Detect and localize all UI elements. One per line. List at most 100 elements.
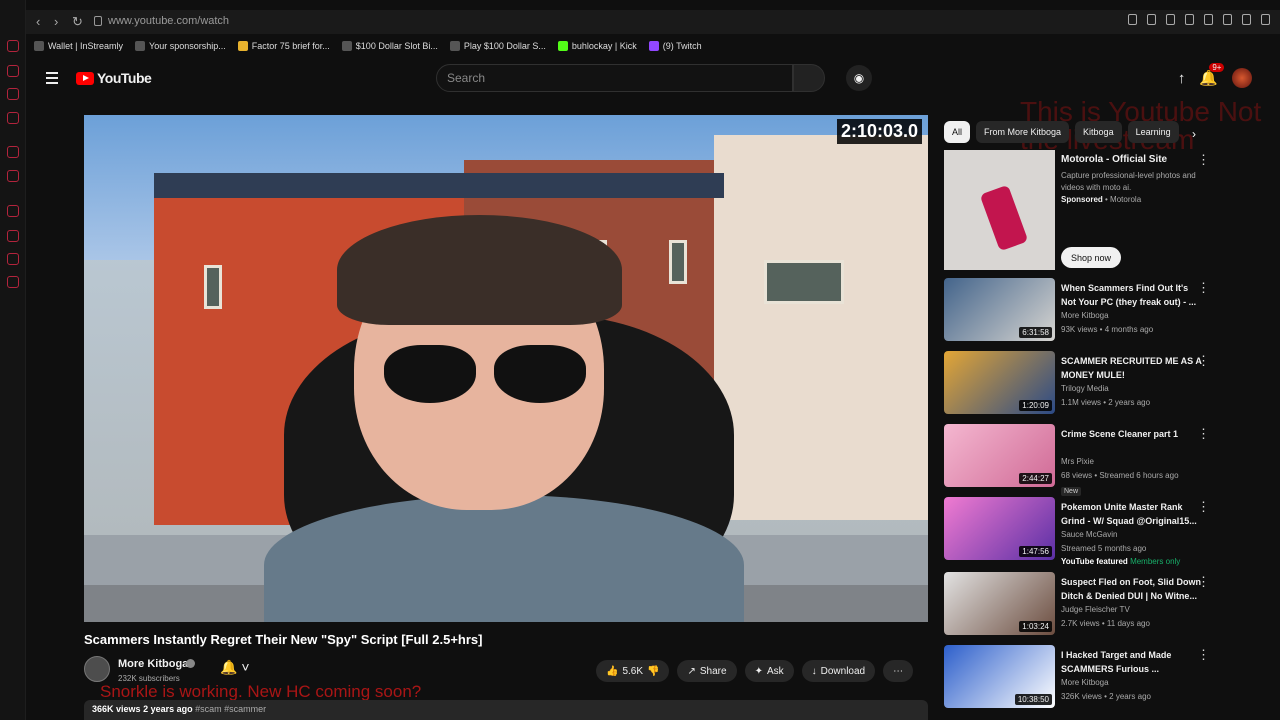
lock-icon <box>94 16 102 26</box>
account-icon[interactable] <box>1223 14 1232 25</box>
video-thumbnail[interactable]: 1:20:09 <box>944 351 1055 414</box>
heart-icon[interactable] <box>1204 14 1213 25</box>
sidebar-app-icon[interactable] <box>7 88 19 100</box>
chip-from-more-kitboga[interactable]: From More Kitboga <box>976 121 1070 143</box>
microphone-icon[interactable]: ◉ <box>846 65 872 91</box>
sidebar-app-icon[interactable] <box>7 112 19 124</box>
more-options-icon[interactable]: ⋮ <box>1197 499 1210 515</box>
thumbs-down-icon[interactable]: 👎 <box>647 666 659 677</box>
phone-image <box>979 184 1029 252</box>
address-bar[interactable]: www.youtube.com/watch <box>108 15 229 27</box>
browser-sidebar <box>0 0 26 720</box>
sidebar-app-icon[interactable] <box>7 65 19 77</box>
bookmark-bar: Wallet | InStreamly Your sponsorship... … <box>26 36 1280 56</box>
sidebar-app-icon[interactable] <box>7 276 19 288</box>
bookmark-icon <box>449 41 460 51</box>
video-window <box>204 265 222 309</box>
video-window <box>669 240 687 284</box>
bookmark-icon <box>135 41 146 51</box>
search-input[interactable]: Search <box>436 64 793 92</box>
more-options-icon[interactable]: ⋮ <box>1197 426 1210 442</box>
video-thumbnail[interactable]: 10:38:50 <box>944 645 1055 708</box>
notification-count: 9+ <box>1209 63 1225 72</box>
shop-now-button[interactable]: Shop now <box>1061 247 1122 268</box>
reload-icon[interactable]: ↻ <box>72 14 83 30</box>
bookmark[interactable]: Factor 75 brief for... <box>237 36 330 56</box>
channel-avatar[interactable] <box>84 656 110 682</box>
video-building-cornice <box>154 173 724 198</box>
search-icon[interactable] <box>793 64 825 92</box>
list-item[interactable]: 1:20:09 SCAMMER RECRUITED ME AS A MONEY … <box>944 351 1216 419</box>
ad-sponsor-line: Sponsored • Motorola <box>1061 195 1142 204</box>
sidebar-app-icon[interactable] <box>7 205 19 217</box>
bookmark[interactable]: Play $100 Dollar S... <box>449 36 546 56</box>
stream-timer: 2:10:03.0 <box>836 119 922 144</box>
sidebar-app-icon[interactable] <box>7 230 19 242</box>
back-icon[interactable]: ‹ <box>36 14 40 29</box>
ad-thumbnail[interactable] <box>944 150 1055 270</box>
ask-button[interactable]: ✦ Ask <box>744 660 794 682</box>
more-actions-button[interactable]: ⋯ <box>883 660 914 682</box>
video-thumbnail[interactable]: 2:44:27 <box>944 424 1055 487</box>
list-item[interactable]: 6:31:58 When Scammers Find Out It's Not … <box>944 278 1216 346</box>
list-item[interactable]: 2:44:27 Crime Scene Cleaner part 1 Mrs P… <box>944 424 1216 496</box>
more-options-icon[interactable]: ⋮ <box>1197 353 1210 369</box>
video-thumbnail[interactable]: 1:03:24 <box>944 572 1055 635</box>
spark-icon: ✦ <box>754 665 763 677</box>
download-button[interactable]: ↓ Download <box>801 660 876 682</box>
download-icon: ↓ <box>811 665 817 677</box>
new-badge: New <box>1061 487 1082 496</box>
video-thumbnail[interactable]: 1:47:56 <box>944 497 1055 560</box>
twitch-icon <box>648 41 659 51</box>
browser-toolbar: ‹ › ↻ www.youtube.com/watch <box>26 10 1280 34</box>
list-item[interactable]: 1:47:56 Pokemon Unite Master Rank Grind … <box>944 497 1216 566</box>
subscribe-bell-icon[interactable]: 🔔 ˅ <box>220 659 250 676</box>
bookmark[interactable]: Your sponsorship... <box>135 36 226 56</box>
more-options-icon[interactable]: ⋮ <box>1197 574 1210 590</box>
notifications-icon[interactable]: 🔔 9+ <box>1199 63 1225 87</box>
forward-icon[interactable]: › <box>54 14 58 29</box>
video-thumbnail[interactable]: 6:31:58 <box>944 278 1055 341</box>
more-options-icon[interactable]: ⋮ <box>1197 280 1210 296</box>
menu-icon[interactable] <box>1261 14 1270 25</box>
menu-icon[interactable] <box>46 72 58 87</box>
share-button[interactable]: ↗ Share <box>677 660 737 682</box>
like-button[interactable]: 👍 5.6K 👎 <box>596 660 670 682</box>
sidebar-app-icon[interactable] <box>7 40 19 52</box>
more-options-icon[interactable]: ⋮ <box>1197 152 1210 168</box>
extension-icon[interactable] <box>1147 14 1156 25</box>
youtube-logo[interactable]: YouTube <box>76 70 152 86</box>
sidebar-app-icon[interactable] <box>7 146 19 158</box>
video-title: Scammers Instantly Regret Their New "Spy… <box>84 632 483 647</box>
stream-overlay-message: Snorkle is working. New HC coming soon? <box>100 682 422 701</box>
bookmark[interactable]: buhlockay | Kick <box>557 36 637 56</box>
description-meta[interactable]: 366K views 2 years ago #scam #scammer <box>84 700 928 720</box>
share-icon: ↗ <box>687 665 696 677</box>
ad-title[interactable]: Motorola - Official Site <box>1061 154 1167 165</box>
sponsored-ad[interactable]: Motorola - Official Site Capture profess… <box>944 150 1216 273</box>
chip-learning[interactable]: Learning <box>1127 121 1179 143</box>
extension-icon[interactable] <box>1128 14 1137 25</box>
bookmark[interactable]: $100 Dollar Slot Bi... <box>341 36 438 56</box>
sidebar-app-icon[interactable] <box>7 170 19 182</box>
bookmark[interactable]: (9) Twitch <box>648 36 702 56</box>
list-item[interactable]: 1:03:24 Suspect Fled on Foot, Slid Down … <box>944 572 1216 640</box>
upload-icon[interactable]: ↑ <box>1178 70 1186 87</box>
chevron-right-icon[interactable]: › <box>1192 127 1196 141</box>
download-icon[interactable] <box>1242 14 1251 25</box>
play-icon[interactable] <box>1185 14 1194 25</box>
bookmark[interactable]: Wallet | InStreamly <box>34 36 123 56</box>
channel-name[interactable]: More Kitboga <box>118 658 188 670</box>
chip-all[interactable]: All <box>944 121 971 143</box>
more-options-icon[interactable]: ⋮ <box>1197 647 1210 663</box>
chip-kitboga[interactable]: Kitboga <box>1075 121 1122 143</box>
video-person-sunglasses <box>384 345 476 403</box>
video-player[interactable]: 2:10:03.0 <box>84 115 928 622</box>
list-item[interactable]: 10:38:50 I Hacked Target and Made SCAMME… <box>944 645 1216 713</box>
video-person-sunglasses <box>494 345 586 403</box>
extension-icon[interactable] <box>1166 14 1175 25</box>
video-building <box>714 135 928 520</box>
header-actions: ↑ 🔔 9+ <box>1178 63 1252 88</box>
sidebar-app-icon[interactable] <box>7 253 19 265</box>
account-avatar[interactable] <box>1232 68 1252 88</box>
